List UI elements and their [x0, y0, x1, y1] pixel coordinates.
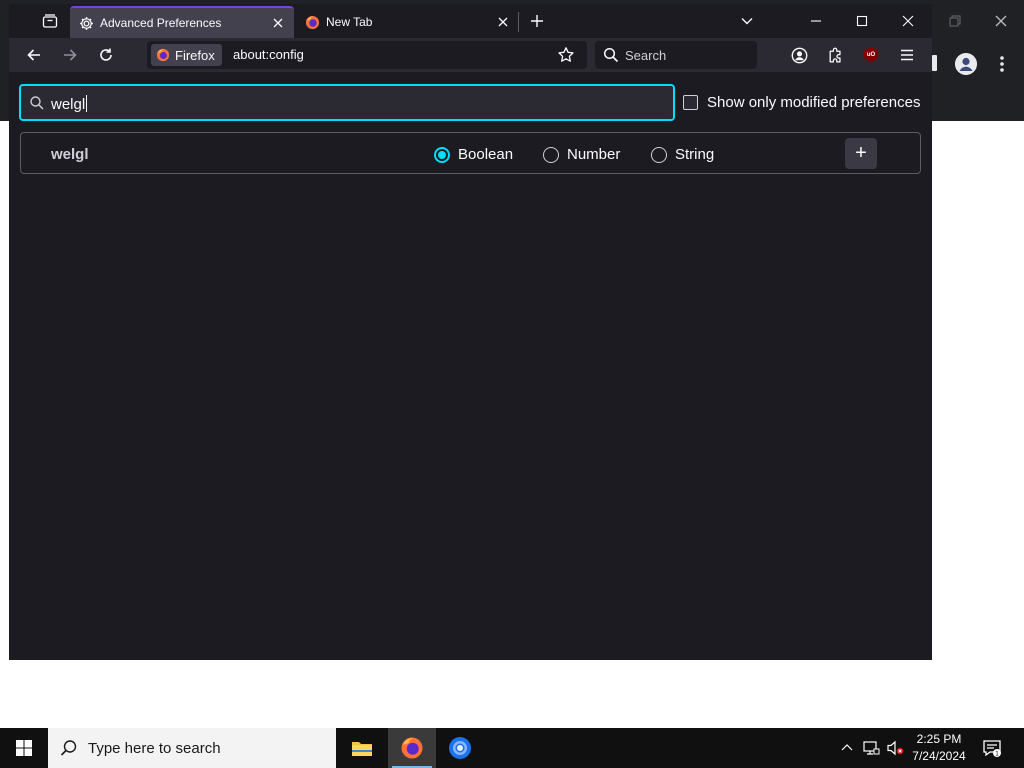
identity-label: Firefox	[175, 47, 215, 63]
forward-arrow-icon[interactable]	[58, 43, 82, 67]
type-number-option[interactable]: Number	[543, 146, 620, 163]
string-label: String	[675, 146, 715, 163]
volume-muted-icon[interactable]	[885, 738, 905, 758]
about-config-page: welgl Show only modified preferences wel…	[9, 72, 932, 660]
tab-advanced-preferences[interactable]: Advanced Preferences	[70, 6, 294, 38]
search-placeholder: Search	[625, 48, 667, 63]
firefox-taskbar-icon[interactable]	[388, 728, 436, 768]
background-page	[932, 121, 1024, 661]
gear-icon	[78, 15, 94, 31]
firefox-icon	[156, 48, 170, 62]
new-preference-row: welgl Boolean Number String +	[20, 132, 921, 174]
system-clock[interactable]: 2:25 PM 7/24/2024	[904, 731, 974, 765]
account-icon[interactable]	[788, 44, 810, 66]
tab-label: New Tab	[326, 15, 373, 29]
bg-tab-edge	[932, 55, 937, 71]
ublock-origin-icon[interactable]: uO	[860, 44, 882, 66]
search-icon	[603, 47, 619, 63]
search-icon	[30, 96, 44, 110]
search-bar[interactable]: Search	[595, 41, 757, 69]
network-icon[interactable]	[861, 738, 881, 758]
tab-new-tab[interactable]: New Tab	[296, 6, 519, 38]
notification-center-icon[interactable]: 1	[980, 736, 1004, 760]
hamburger-menu-icon[interactable]	[896, 44, 918, 66]
number-radio[interactable]	[543, 146, 559, 163]
navigation-toolbar: Firefox about:config Search uO	[9, 38, 932, 72]
taskbar-search-box[interactable]: Type here to search	[48, 728, 336, 768]
new-tab-icon[interactable]	[526, 10, 548, 32]
type-string-option[interactable]: String	[651, 146, 714, 163]
add-preference-button[interactable]: +	[845, 138, 877, 169]
chevron-down-icon[interactable]	[736, 10, 758, 32]
text-caret	[86, 95, 88, 112]
tab-label: Advanced Preferences	[100, 16, 222, 30]
type-boolean-option[interactable]: Boolean	[434, 146, 513, 163]
clock-time: 2:25 PM	[916, 732, 962, 746]
bookmark-star-icon[interactable]	[557, 46, 575, 64]
close-tab-icon[interactable]	[495, 14, 511, 30]
search-query-text: welgl	[51, 96, 86, 113]
show-modified-label: Show only modified preferences	[707, 94, 921, 111]
show-modified-toggle[interactable]: Show only modified preferences	[683, 94, 920, 111]
address-bar[interactable]: Firefox about:config	[147, 41, 587, 69]
extensions-icon[interactable]	[824, 44, 846, 66]
profile-avatar-icon[interactable]	[955, 53, 977, 75]
tab-separator	[518, 12, 519, 32]
url-text[interactable]: about:config	[233, 47, 304, 62]
reload-icon[interactable]	[94, 43, 118, 67]
file-explorer-icon[interactable]	[338, 728, 386, 768]
boolean-label: Boolean	[458, 146, 514, 163]
svg-text:1: 1	[995, 751, 999, 758]
restore-icon[interactable]	[942, 8, 968, 34]
kebab-menu-icon[interactable]	[994, 54, 1010, 74]
string-radio[interactable]	[651, 146, 667, 163]
boolean-radio[interactable]	[434, 146, 450, 163]
firefox-window: Advanced Preferences New Tab Firefox abo…	[9, 4, 932, 660]
windows-taskbar: Type here to search 2:25 PM 7/24/2024 1	[0, 728, 1024, 768]
close-icon[interactable]	[988, 8, 1014, 34]
search-icon	[60, 740, 77, 756]
tab-list-icon[interactable]	[39, 10, 61, 32]
chevron-up-icon[interactable]	[837, 738, 857, 758]
identity-box[interactable]: Firefox	[151, 44, 222, 66]
firefox-icon	[304, 14, 320, 30]
back-arrow-icon[interactable]	[22, 43, 46, 67]
maximize-icon[interactable]	[851, 10, 873, 32]
minimize-icon[interactable]	[805, 10, 827, 32]
clock-date: 7/24/2024	[912, 749, 966, 763]
windows-start-icon[interactable]	[0, 728, 48, 768]
show-modified-checkbox[interactable]	[683, 95, 698, 110]
number-label: Number	[567, 146, 621, 163]
tab-bar: Advanced Preferences New Tab	[9, 4, 932, 38]
taskbar-search-placeholder: Type here to search	[88, 739, 221, 757]
chrome-taskbar-icon[interactable]	[436, 728, 484, 768]
preference-search-input[interactable]: welgl	[19, 84, 675, 121]
close-window-icon[interactable]	[897, 10, 919, 32]
close-tab-icon[interactable]	[270, 15, 286, 31]
preference-name: welgl	[51, 146, 89, 163]
